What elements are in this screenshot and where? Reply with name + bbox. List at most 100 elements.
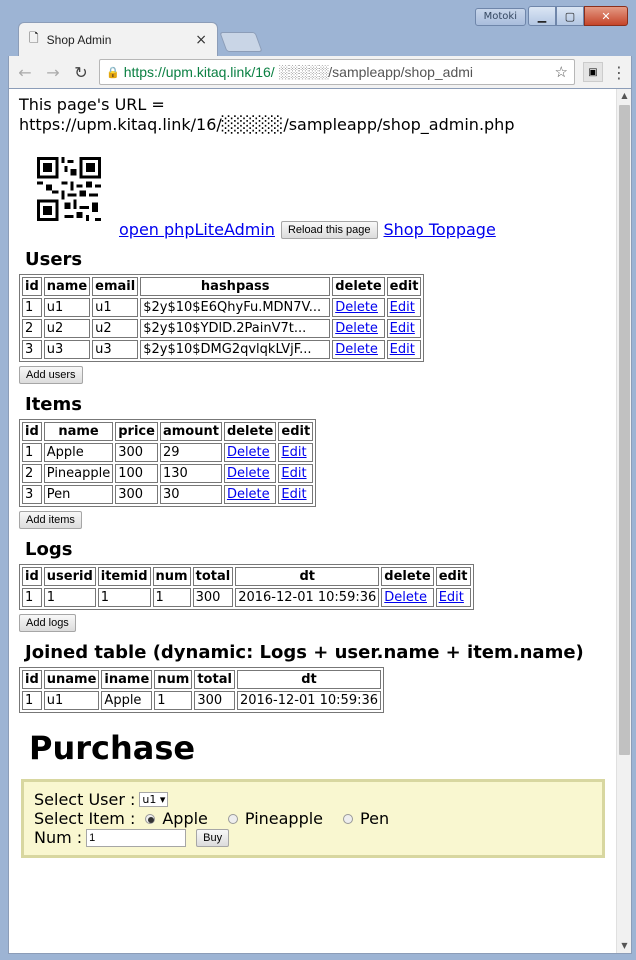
col-header: edit: [278, 422, 314, 441]
scrollbar[interactable]: ▲ ▼: [616, 89, 631, 953]
col-header: delete: [381, 567, 434, 586]
items-table: id name price amount delete edit 1 Apple…: [19, 419, 317, 507]
cell: 300: [115, 485, 158, 504]
cell: u1: [92, 298, 139, 317]
radio-label-apple: Apple: [162, 809, 208, 828]
extension-icon[interactable]: ▣: [583, 62, 603, 82]
col-header: id: [22, 670, 42, 689]
num-input[interactable]: [86, 828, 187, 847]
edit-link[interactable]: Edit: [390, 321, 415, 336]
delete-link-cell: Delete: [223, 464, 277, 483]
purchase-form: Select User : u1 ▾ Select Item : Apple P…: [21, 779, 605, 858]
buy-button[interactable]: Buy: [196, 828, 230, 847]
col-header: total: [194, 670, 235, 689]
edit-link[interactable]: Edit: [281, 487, 306, 502]
cell: 300: [194, 691, 235, 710]
shop-toppage-link[interactable]: Shop Toppage: [384, 220, 496, 239]
delete-link[interactable]: Delete: [335, 300, 378, 315]
address-bar[interactable]: 🔒 https://upm.kitaq.link/16/░░░░░/sample…: [99, 59, 575, 85]
cell: $2y$10$YDlD.2PainV7t...: [140, 319, 331, 338]
col-header: amount: [159, 422, 222, 441]
delete-link[interactable]: Delete: [227, 466, 270, 481]
new-tab-button[interactable]: [219, 32, 263, 52]
qr-code: [19, 139, 119, 239]
edit-link[interactable]: Edit: [281, 445, 306, 460]
table-row: 1 Apple 300 29 Delete Edit: [22, 443, 314, 462]
bookmark-star-icon[interactable]: ☆: [555, 63, 568, 81]
add-users-button[interactable]: Add users: [19, 366, 83, 384]
col-header: num: [152, 567, 191, 586]
scroll-up-icon[interactable]: ▲: [617, 89, 631, 103]
delete-link-cell: Delete: [332, 319, 385, 338]
col-header: userid: [43, 567, 96, 586]
radio-pen[interactable]: [343, 813, 354, 824]
radio-label-pen: Pen: [360, 809, 390, 828]
col-header: email: [92, 277, 139, 296]
menu-icon[interactable]: ⋮: [611, 63, 627, 82]
reload-page-button[interactable]: Reload this page: [280, 221, 378, 239]
page-icon: 🗋: [29, 31, 39, 45]
cell: 29: [159, 443, 222, 462]
cell: 100: [115, 464, 158, 483]
users-heading: Users: [25, 249, 83, 270]
add-logs-button[interactable]: Add logs: [19, 614, 76, 632]
cell: u1: [43, 691, 100, 710]
col-header: hashpass: [140, 277, 331, 296]
cell: Apple: [101, 691, 153, 710]
url-label: This page's URL =: [19, 95, 165, 114]
radio-pineapple[interactable]: [227, 813, 238, 824]
cell: 1: [22, 691, 42, 710]
delete-link[interactable]: Delete: [227, 445, 270, 460]
col-header: num: [154, 670, 193, 689]
delete-link-cell: Delete: [223, 443, 277, 462]
table-header-row: id name email hashpass delete edit: [22, 277, 422, 296]
delete-link[interactable]: Delete: [335, 342, 378, 357]
num-label: Num :: [34, 828, 83, 847]
select-item-label: Select Item :: [34, 809, 136, 828]
reload-icon[interactable]: ↻: [71, 63, 91, 82]
scroll-down-icon[interactable]: ▼: [617, 939, 631, 953]
cell: u3: [92, 340, 139, 359]
cell: 300: [115, 443, 158, 462]
edit-link[interactable]: Edit: [390, 300, 415, 315]
cell: 2: [22, 319, 42, 338]
cell: 1: [22, 443, 42, 462]
edit-link-cell: Edit: [386, 298, 422, 317]
cell: 1: [22, 588, 42, 607]
scroll-thumb[interactable]: [619, 105, 630, 755]
table-header-row: id userid itemid num total dt delete edi…: [22, 567, 471, 586]
page-viewport: ▲ ▼ This page's URL = https://upm.kitaq.…: [8, 88, 632, 954]
cell: u2: [43, 319, 91, 338]
edit-link[interactable]: Edit: [390, 342, 415, 357]
cell: 1: [43, 588, 96, 607]
tab-strip: 🗋 Shop Admin ×: [18, 22, 618, 56]
delete-link[interactable]: Delete: [384, 590, 427, 605]
url-secure-part: https://upm.kitaq.link/16/: [123, 64, 275, 80]
col-header: itemid: [97, 567, 151, 586]
col-header: edit: [435, 567, 471, 586]
edit-link-cell: Edit: [278, 485, 314, 504]
joined-heading: Joined table (dynamic: Logs + user.name …: [25, 642, 584, 663]
purchase-heading: Purchase: [29, 729, 196, 767]
cell: 1: [22, 298, 42, 317]
add-items-button[interactable]: Add items: [19, 511, 82, 529]
radio-apple[interactable]: [145, 813, 156, 824]
delete-link[interactable]: Delete: [335, 321, 378, 336]
radio-label-pineapple: Pineapple: [244, 809, 324, 828]
delete-link[interactable]: Delete: [227, 487, 270, 502]
open-phpliteadmin-link[interactable]: open phpLiteAdmin: [119, 220, 275, 239]
user-select[interactable]: u1 ▾: [139, 792, 169, 807]
delete-link-cell: Delete: [332, 298, 385, 317]
tab-close-icon[interactable]: ×: [195, 32, 207, 48]
items-heading: Items: [25, 394, 82, 415]
back-icon[interactable]: ←: [15, 63, 35, 82]
table-row: 3 u3 u3 $2y$10$DMG2qvlqkLVjF... Delete E…: [22, 340, 422, 359]
edit-link[interactable]: Edit: [439, 590, 464, 605]
edit-link-cell: Edit: [278, 443, 314, 462]
edit-link[interactable]: Edit: [281, 466, 306, 481]
tab-shop-admin[interactable]: 🗋 Shop Admin ×: [18, 22, 218, 56]
cell: $2y$10$DMG2qvlqkLVjF...: [140, 340, 331, 359]
forward-icon[interactable]: →: [43, 63, 63, 82]
table-header-row: id name price amount delete edit: [22, 422, 314, 441]
col-header: delete: [223, 422, 277, 441]
